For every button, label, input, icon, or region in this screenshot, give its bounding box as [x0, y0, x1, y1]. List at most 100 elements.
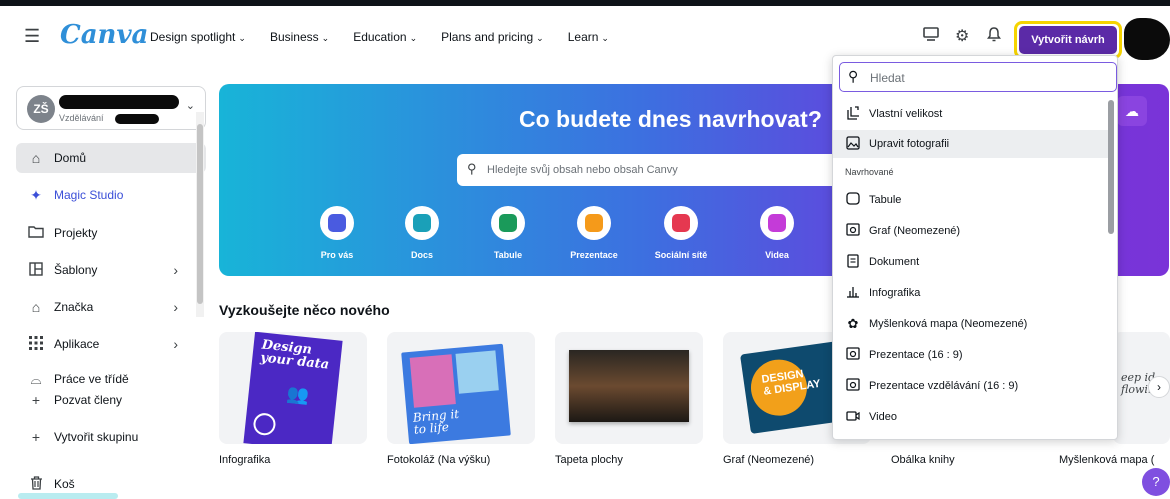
card-desktop-wallpaper[interactable] — [555, 332, 703, 444]
dropdown-item-label: Dokument — [869, 256, 920, 268]
presentation-icon — [845, 347, 861, 363]
dropdown-item-infographic[interactable]: Infografika — [833, 279, 1109, 307]
chevron-down-icon: ⌄ — [321, 33, 330, 43]
heart-icon — [672, 214, 690, 232]
dropdown-item-custom-size[interactable]: Vlastní velikost — [833, 100, 1109, 128]
dropdown-item-document[interactable]: Dokument — [833, 248, 1109, 276]
hero-search[interactable]: ⚲ — [457, 154, 857, 186]
dropdown-scrollbar[interactable] — [1108, 96, 1114, 436]
card-infographic[interactable]: Design your data 👥 — [219, 332, 367, 444]
dropdown-item-edit-photo[interactable]: Upravit fotografii — [833, 130, 1109, 158]
hero-search-input[interactable] — [487, 160, 847, 180]
nav-learn[interactable]: Learn ⌄ — [568, 30, 609, 44]
team-switcher[interactable]: ZŠ Vzdělávání ⌄ — [16, 86, 206, 130]
infographic-icon — [845, 285, 861, 301]
wallpaper-thumbnail — [569, 350, 689, 422]
card-label[interactable]: Obálka knihy — [891, 454, 955, 466]
sidebar-item-label: Domů — [54, 151, 87, 165]
dropdown-item-edu-presentation[interactable]: Prezentace vzdělávání (16 : 9) — [833, 372, 1109, 400]
chevron-down-icon: ⌄ — [536, 33, 544, 43]
menu-icon[interactable]: ☰ — [24, 26, 40, 47]
nav-business[interactable]: Business ⌄ — [270, 30, 329, 44]
sidebar-item-label: Pozvat členy — [54, 393, 123, 407]
people-icon: 👥 — [285, 383, 311, 406]
sidebar-item-label: Vytvořit skupinu — [54, 430, 139, 444]
template-icon — [28, 261, 44, 279]
sidebar-item-apps[interactable]: Aplikace › — [16, 329, 206, 359]
trash-icon — [28, 475, 44, 493]
presentation-icon — [845, 378, 861, 394]
category-presentations[interactable]: Prezentace — [554, 206, 634, 260]
chevron-down-icon: ⌄ — [185, 100, 195, 112]
sidebar-item-magic-studio[interactable]: ✦ Magic Studio — [16, 180, 206, 210]
video-icon — [768, 214, 786, 232]
dropdown-item-label: Infografika — [869, 287, 921, 299]
card-label[interactable]: Tapeta plochy — [555, 454, 623, 466]
whiteboard-icon — [499, 214, 517, 232]
category-for-you[interactable]: Pro vás — [297, 206, 377, 260]
document-icon — [845, 253, 861, 271]
monitor-icon[interactable] — [922, 26, 940, 47]
card-art-text: Design your data — [259, 337, 330, 373]
dropdown-search[interactable]: ⚲ — [839, 62, 1117, 92]
sidebar-item-projects[interactable]: Projekty — [16, 218, 206, 248]
mindmap-icon: ✿ — [847, 316, 859, 331]
dropdown-item-presentation[interactable]: Prezentace (16 : 9) — [833, 341, 1109, 369]
scrollbar-thumb[interactable] — [1108, 100, 1114, 234]
plus-icon: + — [31, 429, 41, 445]
category-circle — [664, 206, 698, 240]
nav-design-spotlight[interactable]: Design spotlight ⌄ — [150, 30, 246, 44]
top-nav: Design spotlight ⌄ Business ⌄ Education ⌄ P… — [150, 30, 609, 44]
help-button[interactable]: ? — [1142, 468, 1170, 496]
carousel-next-button[interactable]: › — [1148, 376, 1170, 398]
bell-icon[interactable] — [987, 26, 1001, 47]
suggested-heading: Navrhované — [845, 167, 894, 177]
apps-icon — [28, 335, 44, 353]
nav-plans-pricing[interactable]: Plans and pricing ⌄ — [441, 30, 544, 44]
sidebar-item-create-group[interactable]: + Vytvořit skupinu — [16, 424, 206, 450]
sidebar-item-home[interactable]: ⌂ Domů — [16, 143, 206, 173]
sidebar-item-brand[interactable]: ⌂ Značka › — [16, 292, 206, 322]
dropdown-item-graph[interactable]: Graf (Neomezené) — [833, 217, 1109, 245]
dropdown-item-label: Prezentace (16 : 9) — [869, 349, 963, 361]
sidebar-item-templates[interactable]: Šablony › — [16, 255, 206, 285]
whiteboard-icon — [845, 192, 861, 208]
card-label[interactable]: Fotokoláž (Na výšku) — [387, 454, 490, 466]
team-subtitle-redacted — [115, 114, 159, 124]
category-label: Prezentace — [570, 250, 618, 260]
dropdown-item-whiteboard[interactable]: Tabule — [833, 186, 1109, 214]
card-label[interactable]: Infografika — [219, 454, 270, 466]
category-circle — [577, 206, 611, 240]
collage-photo — [455, 350, 499, 394]
gear-icon[interactable]: ⚙ — [955, 26, 969, 46]
search-icon: ⚲ — [848, 68, 859, 84]
chevron-right-icon: › — [173, 336, 178, 352]
card-photo-collage[interactable]: Bring it to life — [387, 332, 535, 444]
card-label[interactable]: Graf (Neomezené) — [723, 454, 814, 466]
category-circle — [320, 206, 354, 240]
category-social[interactable]: Sociální sítě — [641, 206, 721, 260]
dropdown-item-mind-map[interactable]: ✿ Myšlenková mapa (Neomezené) — [833, 310, 1109, 338]
canva-logo[interactable]: Canva — [60, 20, 148, 50]
sidebar-scrollbar[interactable] — [196, 112, 204, 317]
category-label: Videa — [765, 250, 789, 260]
top-border — [0, 0, 1170, 6]
dropdown-search-input[interactable] — [870, 69, 1110, 87]
card-label[interactable]: Myšlenková mapa ( — [1059, 454, 1154, 466]
category-circle — [405, 206, 439, 240]
category-videos[interactable]: Videa — [737, 206, 817, 260]
upload-cloud-button[interactable]: ☁ — [1117, 96, 1147, 126]
create-design-button[interactable]: Vytvořit návrh — [1019, 26, 1117, 54]
nav-education[interactable]: Education ⌄ — [353, 30, 417, 44]
category-docs[interactable]: Docs — [382, 206, 462, 260]
dropdown-item-video[interactable]: Video — [833, 403, 1109, 431]
sidebar-item-invite-members[interactable]: + Pozvat členy — [16, 388, 206, 412]
avatar[interactable] — [1124, 18, 1170, 60]
percent-circle — [252, 412, 277, 437]
video-icon — [845, 410, 861, 425]
category-whiteboard[interactable]: Tabule — [468, 206, 548, 260]
scrollbar-thumb[interactable] — [197, 124, 203, 304]
dropdown-item-label: Upravit fotografii — [869, 138, 950, 150]
dropdown-item-label: Prezentace vzdělávání (16 : 9) — [869, 380, 1019, 392]
infographic-thumbnail: Design your data 👥 — [243, 332, 343, 444]
